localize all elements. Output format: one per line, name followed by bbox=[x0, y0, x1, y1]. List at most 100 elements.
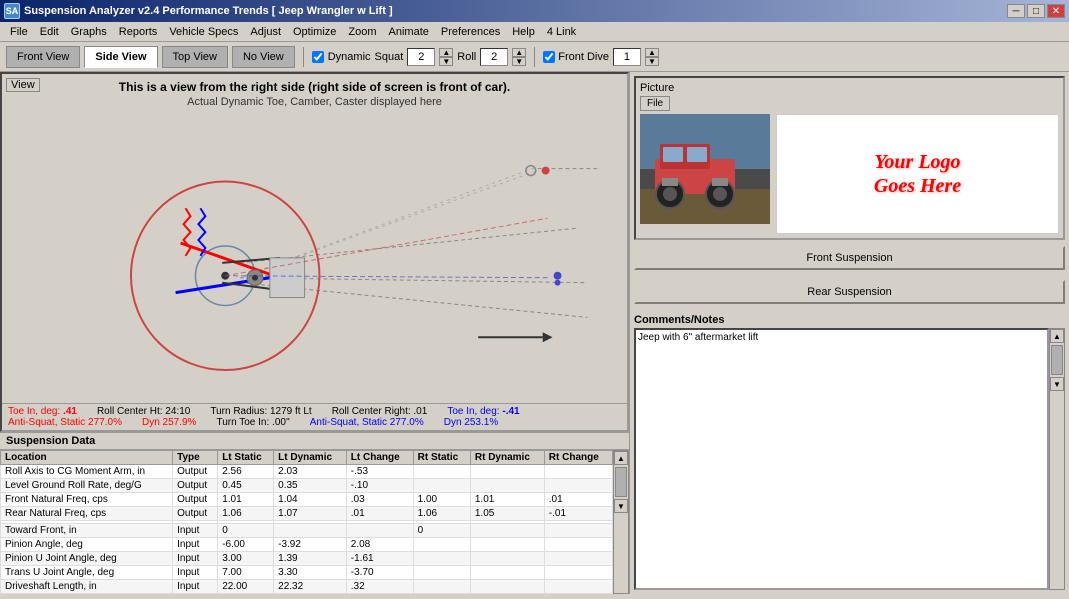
col-lt-change: Lt Change bbox=[346, 451, 413, 465]
view-title: This is a view from the right side (righ… bbox=[2, 76, 627, 98]
table-cell: 0.35 bbox=[274, 479, 347, 493]
table-row: Trans U Joint Angle, degInput7.003.30-3.… bbox=[1, 566, 613, 580]
squat-spinner[interactable]: ▲ ▼ bbox=[439, 48, 453, 66]
view-subtitle: Actual Dynamic Toe, Camber, Caster displ… bbox=[2, 96, 627, 108]
right-panel: Picture File bbox=[630, 72, 1069, 594]
data-table: Location Type Lt Static Lt Dynamic Lt Ch… bbox=[0, 450, 613, 594]
scroll-up[interactable]: ▲ bbox=[614, 451, 628, 465]
table-cell bbox=[413, 566, 470, 580]
table-cell bbox=[544, 465, 612, 479]
menu-vehicle-specs[interactable]: Vehicle Specs bbox=[163, 25, 244, 39]
table-cell: Roll Axis to CG Moment Arm, in bbox=[1, 465, 173, 479]
table-cell bbox=[470, 524, 544, 538]
table-row: Pinion Angle, degInput-6.00-3.922.08 bbox=[1, 538, 613, 552]
menu-reports[interactable]: Reports bbox=[113, 25, 164, 39]
table-cell: 22.00 bbox=[218, 580, 274, 594]
front-dive-spinner[interactable]: ▲ ▼ bbox=[645, 48, 659, 66]
titlebar: SA Suspension Analyzer v2.4 Performance … bbox=[0, 0, 1069, 22]
front-dive-label: Front Dive bbox=[558, 51, 609, 63]
left-panel: View This is a view from the right side … bbox=[0, 72, 630, 594]
table-cell: -1.61 bbox=[346, 552, 413, 566]
table-cell: 2.03 bbox=[274, 465, 347, 479]
status-antisquat-right: Anti-Squat, Static 277.0% bbox=[310, 417, 424, 428]
table-row: Front Natural Freq, cpsOutput1.011.04.03… bbox=[1, 493, 613, 507]
table-cell: 1.00 bbox=[413, 493, 470, 507]
table-cell bbox=[413, 538, 470, 552]
table-cell bbox=[274, 524, 347, 538]
tab-no-view[interactable]: No View bbox=[232, 46, 295, 68]
scroll-thumb[interactable] bbox=[615, 467, 627, 497]
table-cell bbox=[544, 552, 612, 566]
table-cell: 3.30 bbox=[274, 566, 347, 580]
front-dive-down[interactable]: ▼ bbox=[645, 57, 659, 66]
table-cell bbox=[470, 552, 544, 566]
rear-suspension-button[interactable]: Rear Suspension bbox=[634, 280, 1065, 304]
menu-optimize[interactable]: Optimize bbox=[287, 25, 342, 39]
table-row: Pinion U Joint Angle, degInput3.001.39-1… bbox=[1, 552, 613, 566]
col-type: Type bbox=[173, 451, 218, 465]
picture-content: Your Logo Goes Here bbox=[640, 114, 1059, 234]
table-cell: -.01 bbox=[544, 507, 612, 521]
status-toe-in-right: Toe In, deg: -.41 bbox=[447, 406, 519, 417]
picture-file-button[interactable]: File bbox=[640, 96, 670, 111]
menu-edit[interactable]: Edit bbox=[34, 25, 65, 39]
table-cell: Pinion U Joint Angle, deg bbox=[1, 552, 173, 566]
col-rt-static: Rt Static bbox=[413, 451, 470, 465]
squat-up[interactable]: ▲ bbox=[439, 48, 453, 57]
table-cell: 2.56 bbox=[218, 465, 274, 479]
comments-scrollbar[interactable]: ▲ ▼ bbox=[1049, 328, 1065, 590]
table-cell bbox=[544, 566, 612, 580]
menubar: File Edit Graphs Reports Vehicle Specs A… bbox=[0, 22, 1069, 42]
table-cell: Trans U Joint Angle, deg bbox=[1, 566, 173, 580]
roll-down[interactable]: ▼ bbox=[512, 57, 526, 66]
front-dive-input[interactable]: 1 bbox=[613, 48, 641, 66]
table-cell: 0 bbox=[218, 524, 274, 538]
status-roll-center-right: Roll Center Right: .01 bbox=[332, 406, 428, 417]
table-cell: Output bbox=[173, 493, 218, 507]
comments-scroll-down[interactable]: ▼ bbox=[1050, 377, 1064, 391]
table-cell: 0.45 bbox=[218, 479, 274, 493]
front-dive-up[interactable]: ▲ bbox=[645, 48, 659, 57]
dynamic-checkbox[interactable] bbox=[312, 51, 324, 63]
roll-input[interactable]: 2 bbox=[480, 48, 508, 66]
status-row2: Anti-Squat, Static 277.0% Dyn 257.9% Tur… bbox=[8, 417, 621, 428]
table-container[interactable]: Location Type Lt Static Lt Dynamic Lt Ch… bbox=[0, 450, 613, 594]
squat-input[interactable]: 2 bbox=[407, 48, 435, 66]
col-location: Location bbox=[1, 451, 173, 465]
menu-preferences[interactable]: Preferences bbox=[435, 25, 506, 39]
menu-4link[interactable]: 4 Link bbox=[541, 25, 582, 39]
roll-up[interactable]: ▲ bbox=[512, 48, 526, 57]
menu-adjust[interactable]: Adjust bbox=[244, 25, 287, 39]
menu-help[interactable]: Help bbox=[506, 25, 541, 39]
roll-spinner[interactable]: ▲ ▼ bbox=[512, 48, 526, 66]
tab-top-view[interactable]: Top View bbox=[162, 46, 228, 68]
table-cell: Input bbox=[173, 538, 218, 552]
squat-down[interactable]: ▼ bbox=[439, 57, 453, 66]
tab-front-view[interactable]: Front View bbox=[6, 46, 80, 68]
tab-side-view[interactable]: Side View bbox=[84, 46, 157, 68]
front-dive-checkbox[interactable] bbox=[543, 51, 555, 63]
table-cell: Input bbox=[173, 566, 218, 580]
table-cell: 1.04 bbox=[274, 493, 347, 507]
table-scrollbar[interactable]: ▲ ▼ bbox=[613, 450, 629, 594]
toolbar: Front View Side View Top View No View Dy… bbox=[0, 42, 1069, 72]
table-cell bbox=[544, 580, 612, 594]
close-button[interactable]: ✕ bbox=[1047, 4, 1065, 18]
scroll-down[interactable]: ▼ bbox=[614, 499, 628, 513]
menu-file[interactable]: File bbox=[4, 25, 34, 39]
table-cell: -3.92 bbox=[274, 538, 347, 552]
table-cell: -.53 bbox=[346, 465, 413, 479]
menu-graphs[interactable]: Graphs bbox=[65, 25, 113, 39]
picture-box: Picture File bbox=[634, 76, 1065, 240]
status-toe-in-left: Toe In, deg: .41 bbox=[8, 406, 77, 417]
maximize-button[interactable]: □ bbox=[1027, 4, 1045, 18]
comments-scroll-up[interactable]: ▲ bbox=[1050, 329, 1064, 343]
comments-scroll-thumb[interactable] bbox=[1051, 345, 1063, 375]
separator2 bbox=[534, 47, 535, 67]
front-suspension-button[interactable]: Front Suspension bbox=[634, 246, 1065, 270]
comments-textarea[interactable]: Jeep with 6" aftermarket lift bbox=[634, 328, 1049, 590]
minimize-button[interactable]: ─ bbox=[1007, 4, 1025, 18]
menu-zoom[interactable]: Zoom bbox=[342, 25, 382, 39]
table-header: Suspension Data bbox=[0, 433, 629, 450]
menu-animate[interactable]: Animate bbox=[383, 25, 435, 39]
